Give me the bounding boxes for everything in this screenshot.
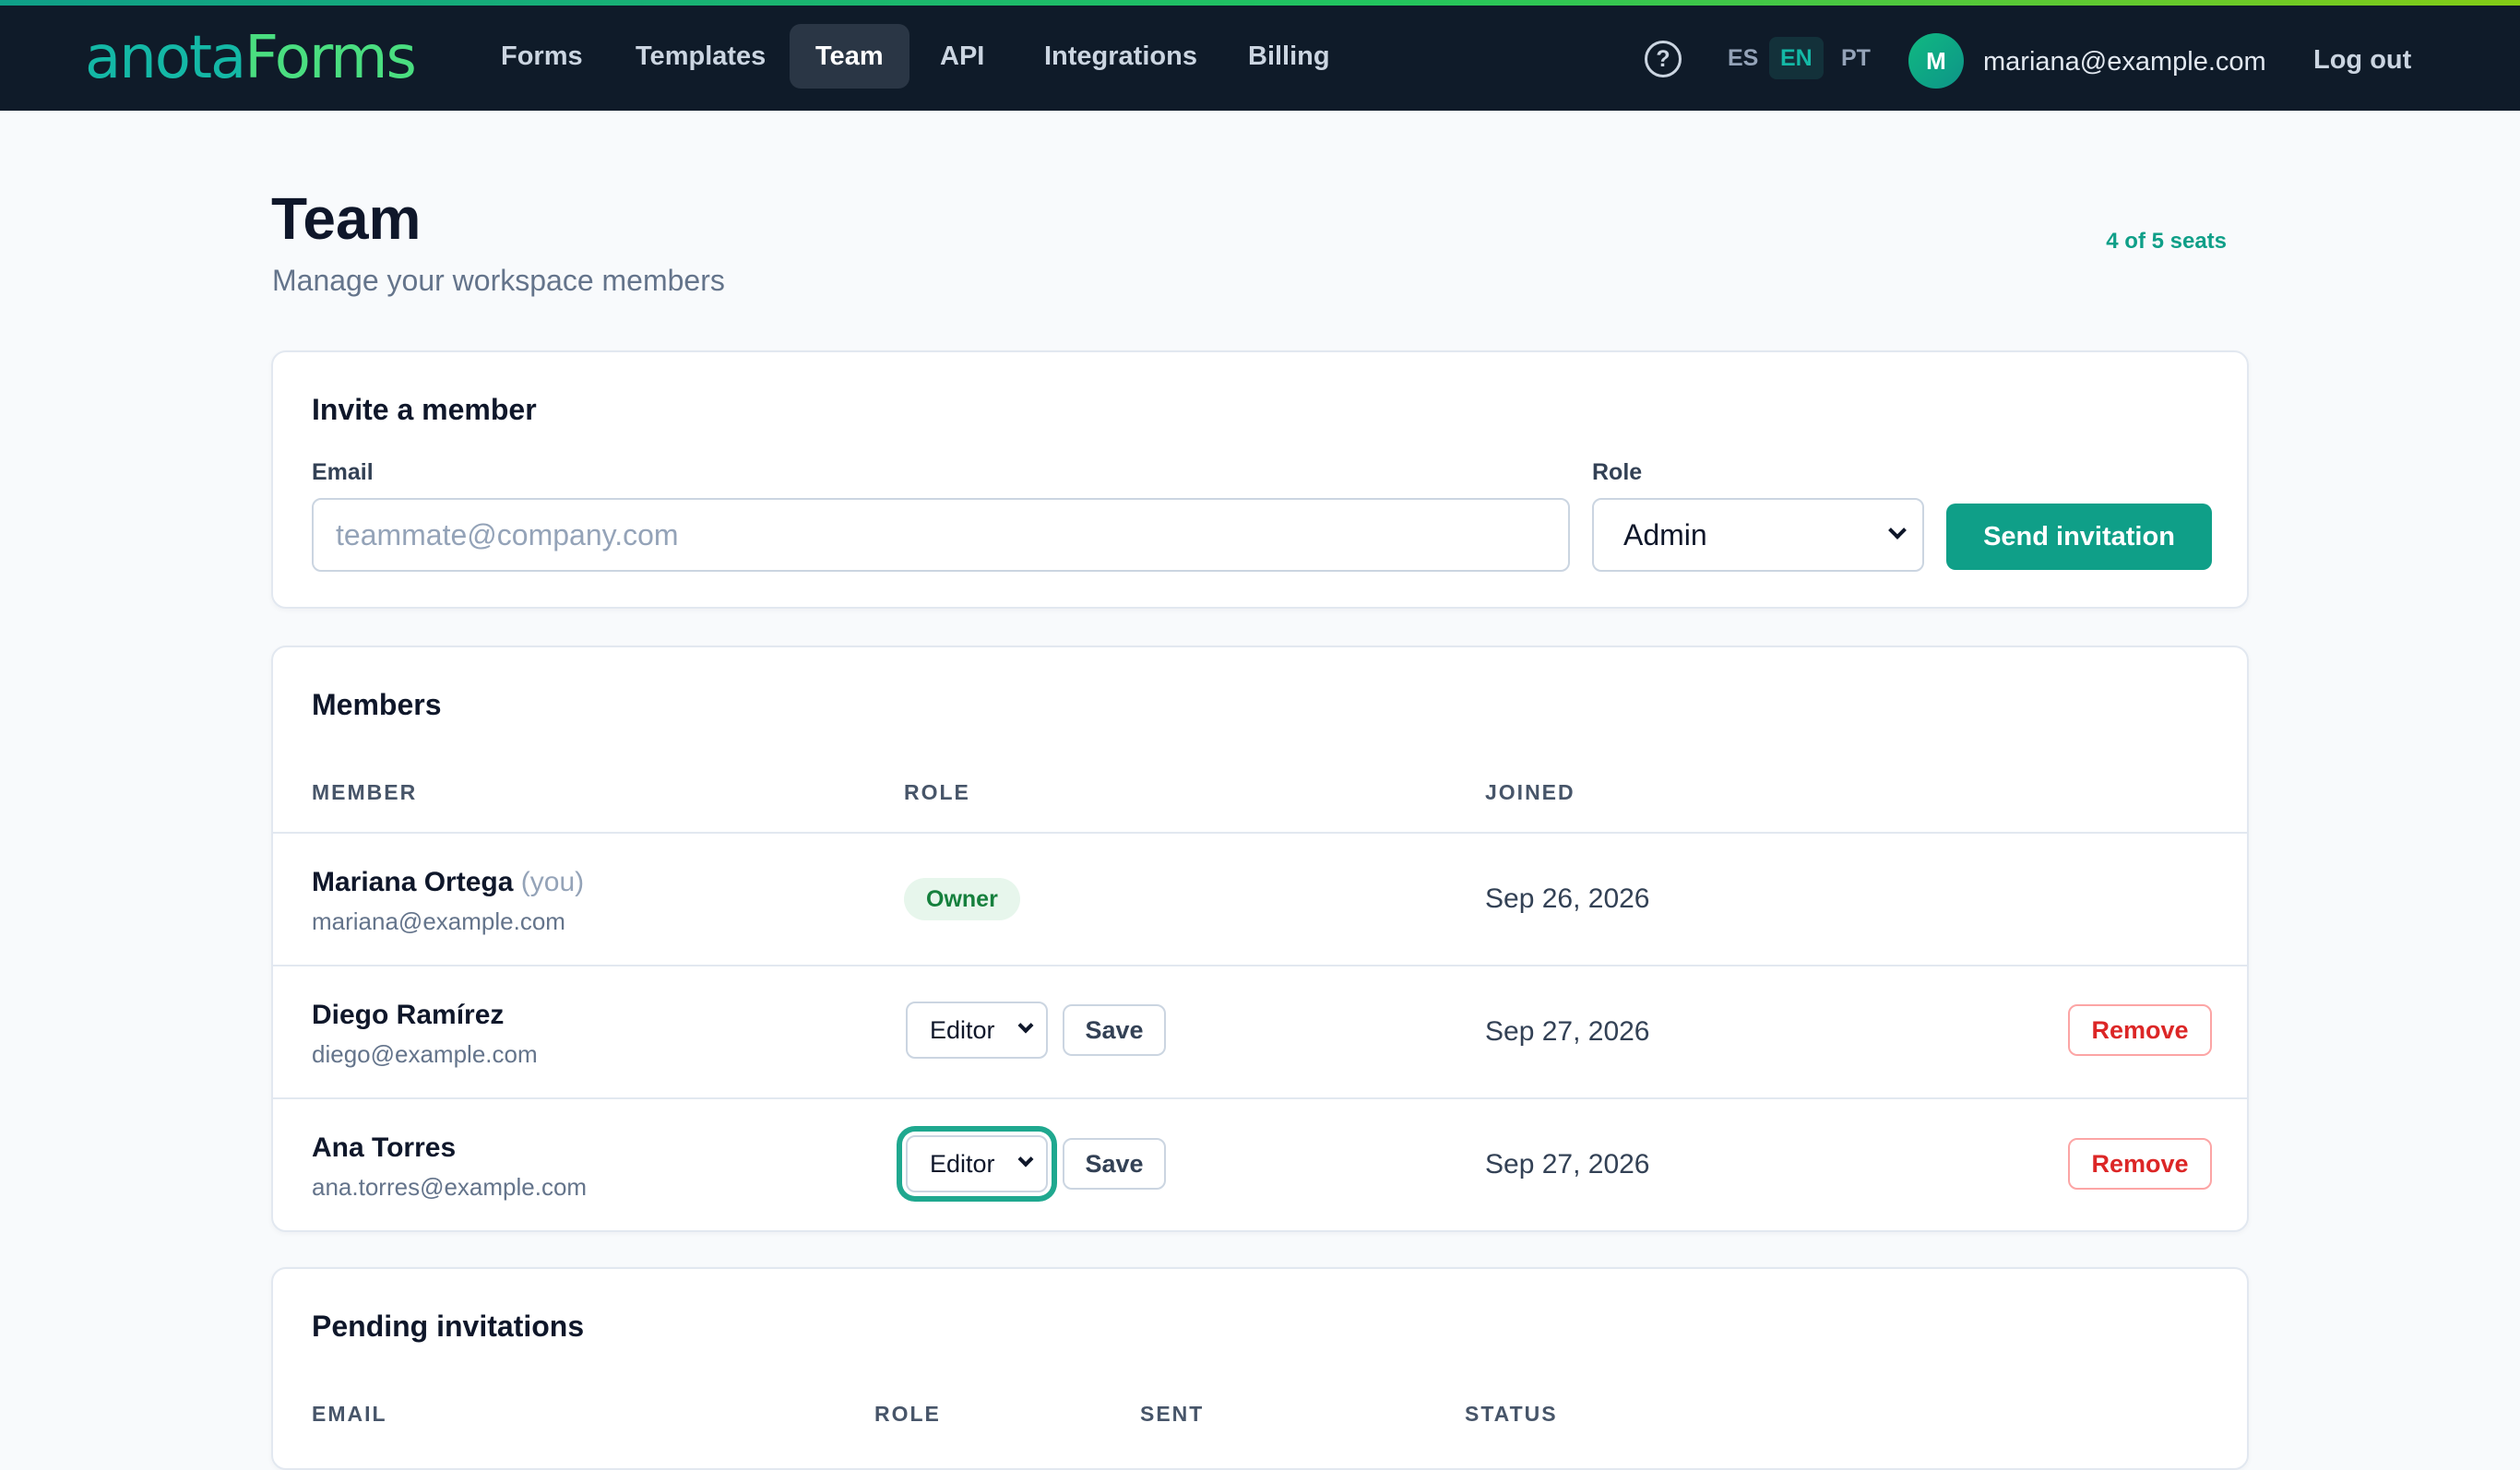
- save-role-button[interactable]: Save: [1063, 1138, 1166, 1190]
- member-name: Ana Torres: [312, 1132, 457, 1163]
- member-name: Mariana Ortega (you): [312, 867, 584, 898]
- lang-en[interactable]: EN: [1769, 37, 1824, 79]
- role-select-value: Editor: [930, 1016, 995, 1044]
- joined-date: Sep 27, 2026: [1485, 1016, 1650, 1047]
- member-role-select[interactable]: Editor: [906, 1002, 1048, 1059]
- send-invitation-button[interactable]: Send invitation: [1946, 504, 2212, 570]
- nav-integrations[interactable]: Integrations: [1018, 24, 1223, 89]
- logout-button[interactable]: Log out: [2313, 39, 2411, 81]
- nav-team[interactable]: Team: [790, 24, 909, 89]
- member-name-text: Mariana Ortega: [312, 867, 514, 897]
- invite-role-select[interactable]: Admin: [1592, 498, 1924, 572]
- column-header-email: EMAIL: [312, 1402, 387, 1426]
- chevron-down-icon: [1888, 521, 1907, 539]
- divider: [273, 965, 2247, 966]
- member-email: diego@example.com: [312, 1040, 538, 1068]
- chevron-down-icon: [1017, 1017, 1034, 1034]
- save-role-button[interactable]: Save: [1063, 1004, 1166, 1056]
- divider: [273, 832, 2247, 834]
- invite-role-value: Admin: [1623, 518, 1707, 551]
- member-name: Diego Ramírez: [312, 1000, 505, 1030]
- role-select-value: Editor: [930, 1150, 995, 1178]
- column-header-role: ROLE: [874, 1402, 941, 1426]
- brand-logo[interactable]: anotaForms: [85, 24, 417, 92]
- members-card: Members MEMBER ROLE JOINED Mariana Orteg…: [271, 646, 2249, 1232]
- seat-count: 4 of 5 seats: [2106, 229, 2227, 254]
- lang-pt[interactable]: PT: [1830, 37, 1882, 79]
- invite-title: Invite a member: [312, 393, 537, 426]
- member-role-select[interactable]: Editor: [906, 1135, 1048, 1192]
- column-header-status: STATUS: [1465, 1402, 1558, 1426]
- joined-date: Sep 27, 2026: [1485, 1149, 1650, 1180]
- nav-api[interactable]: API: [914, 24, 1010, 89]
- column-header-sent: SENT: [1140, 1402, 1205, 1426]
- column-header-member: MEMBER: [312, 780, 418, 804]
- column-header-role: ROLE: [904, 780, 970, 804]
- nav-billing[interactable]: Billing: [1222, 24, 1356, 89]
- joined-date: Sep 26, 2026: [1485, 883, 1650, 914]
- remove-member-button[interactable]: Remove: [2068, 1004, 2212, 1056]
- pending-title: Pending invitations: [312, 1310, 585, 1343]
- nav-forms[interactable]: Forms: [475, 24, 609, 89]
- divider: [273, 1097, 2247, 1099]
- nav-templates[interactable]: Templates: [610, 24, 791, 89]
- column-header-joined: JOINED: [1485, 780, 1575, 804]
- remove-member-button[interactable]: Remove: [2068, 1138, 2212, 1190]
- logo-part-1: anota: [85, 24, 246, 92]
- page-title: Team: [271, 185, 422, 252]
- avatar[interactable]: M: [1908, 33, 1964, 89]
- invite-email-input[interactable]: [312, 498, 1570, 572]
- invite-card: Invite a member Email Role Admin Send in…: [271, 350, 2249, 609]
- logo-part-2: Forms: [244, 24, 417, 92]
- page-subtitle: Manage your workspace members: [272, 264, 725, 297]
- owner-badge: Owner: [904, 878, 1020, 920]
- user-email[interactable]: mariana@example.com: [1983, 41, 2266, 83]
- lang-es[interactable]: ES: [1717, 37, 1769, 79]
- members-title: Members: [312, 688, 442, 721]
- chevron-down-icon: [1017, 1151, 1034, 1168]
- role-label: Role: [1592, 459, 1643, 485]
- top-navbar: anotaForms Forms Templates Team API Inte…: [0, 6, 2520, 111]
- member-email: ana.torres@example.com: [312, 1173, 588, 1201]
- help-icon[interactable]: ?: [1645, 41, 1682, 77]
- you-tag: (you): [520, 867, 585, 897]
- email-label: Email: [312, 459, 374, 485]
- pending-invitations-card: Pending invitations EMAIL ROLE SENT STAT…: [271, 1267, 2249, 1470]
- member-email: mariana@example.com: [312, 907, 565, 935]
